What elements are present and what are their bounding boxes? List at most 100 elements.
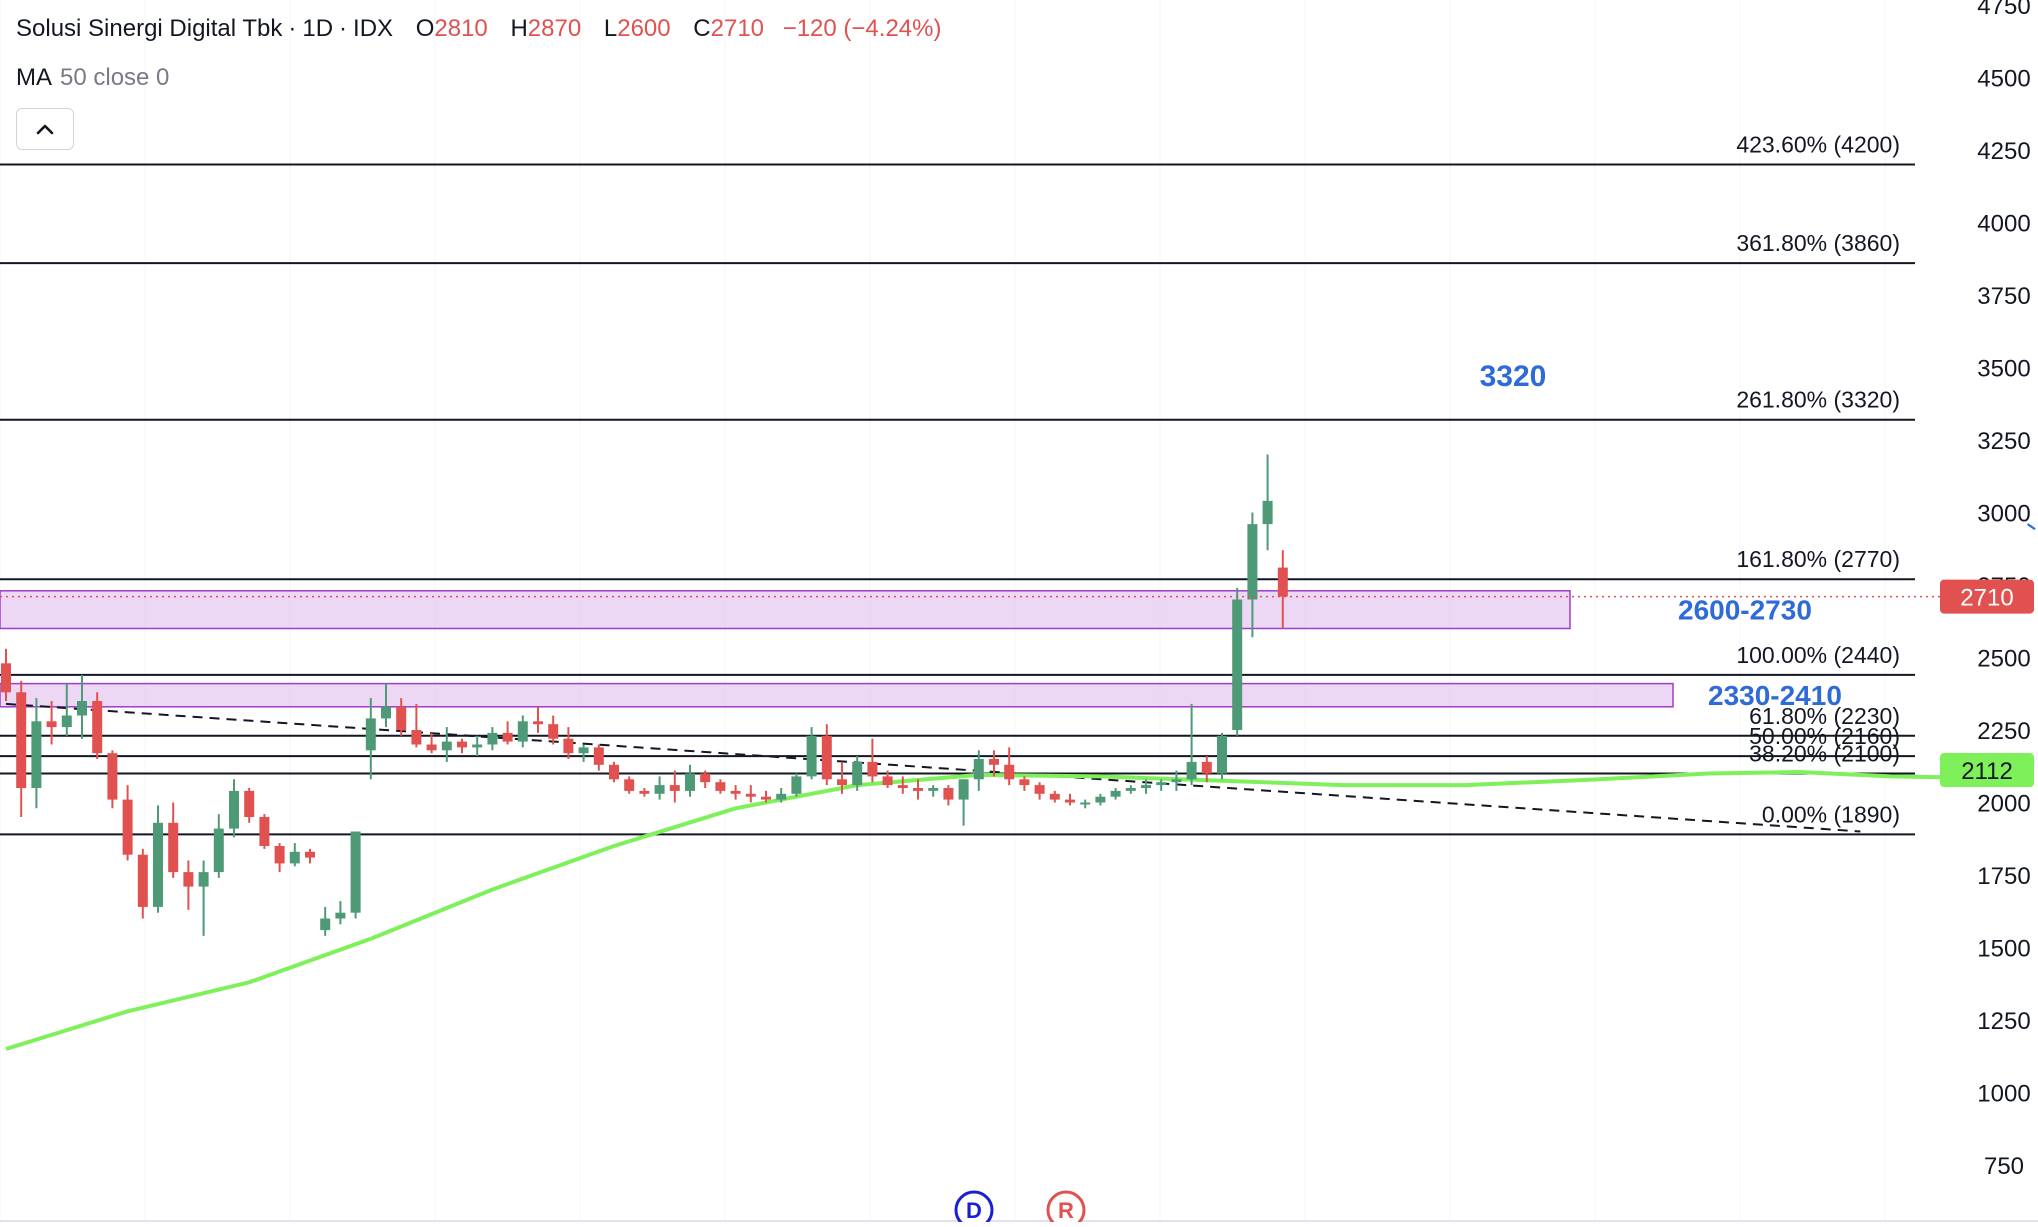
price-tick-label: 750 (1984, 1153, 2024, 1180)
candle-body (411, 730, 422, 745)
candle-body (244, 790, 255, 817)
candle-body (259, 817, 270, 846)
candle-body (487, 732, 498, 745)
candle-body (1034, 785, 1045, 794)
low-key: L (603, 15, 618, 42)
candle-body (1262, 500, 1273, 525)
candle-body (685, 773, 695, 791)
price-tick-label: 3750 (1977, 283, 2030, 310)
candle-body (700, 773, 711, 783)
candle-body (365, 718, 376, 751)
indicator-name: MA (16, 64, 52, 91)
fib-level-label: 161.80% (2770) (1736, 546, 1900, 572)
candle-body (1171, 779, 1182, 783)
collapse-legend-button[interactable] (16, 108, 74, 150)
candle-body (852, 761, 863, 786)
open-key: O (415, 15, 435, 42)
indicator-params: 50 close 0 (60, 64, 170, 91)
last-price-badge: 2710 (1960, 585, 2013, 612)
price-tick-label: 2250 (1977, 718, 2030, 745)
candle-body (16, 692, 27, 788)
candle-body (593, 747, 604, 765)
zone-label: 2600-2730 (1678, 595, 1812, 626)
candle-body (1247, 524, 1258, 600)
candle-body (548, 724, 559, 739)
candle-body (137, 854, 148, 907)
chart-root[interactable]: 2600-2730 2330-2410 423.60% (4200) 361.80%… (0, 0, 2038, 1227)
indicator-legend[interactable]: MA 50 close 0 (16, 64, 169, 92)
candle-body (669, 785, 680, 791)
candle-body (1095, 796, 1106, 803)
badge-layer: 2710 2112 (1940, 579, 2034, 788)
fib-level-label: 261.80% (3320) (1736, 387, 1900, 413)
candle-body (1080, 802, 1091, 805)
candle-body (928, 788, 939, 791)
candle-body (1186, 761, 1197, 780)
fib-layer: 423.60% (4200) 361.80% (3860) 261.80% (332… (0, 132, 1915, 836)
price-tick-label: 1500 (1977, 936, 2030, 963)
price-tick-label: 4250 (1977, 138, 2030, 165)
candle-body (1232, 599, 1243, 730)
candle-body (46, 721, 57, 728)
candle-body (31, 721, 42, 788)
candle-body (837, 779, 847, 786)
price-tick-label: 4500 (1977, 66, 2030, 93)
candle-body (715, 782, 726, 791)
candle-body (1125, 788, 1136, 791)
candle-body (1201, 761, 1212, 774)
support-zone (0, 682, 1674, 708)
open-value: 2810 (434, 15, 488, 42)
candle-body (381, 706, 391, 719)
price-chart[interactable]: 2600-27302330-2410 423.60% (4200) 361.80%… (0, 0, 2038, 1227)
candle-body (1217, 735, 1227, 774)
high-key: H (510, 15, 528, 42)
trendline (5, 702, 1861, 833)
candle-body (229, 790, 239, 829)
high-value: 2870 (527, 15, 582, 42)
price-tick-label: 1000 (1977, 1081, 2030, 1108)
trend-layer (5, 702, 1861, 833)
price-tick-label: 3250 (1977, 428, 2030, 455)
fib-level-label: 423.60% (4200) (1736, 132, 1900, 158)
candle-body (1110, 790, 1121, 797)
candle-body (213, 828, 224, 873)
candle-body (426, 744, 437, 751)
event-marker-label: D (966, 1198, 982, 1222)
price-tick-label: 4000 (1977, 211, 2030, 238)
candle-body (457, 741, 467, 748)
candle-body (472, 744, 483, 748)
fib-level-label: 100.00% (2440) (1736, 642, 1900, 668)
price-tick-label: 3000 (1977, 501, 2030, 528)
candle-body (624, 779, 635, 791)
candle-body (943, 788, 954, 800)
low-value: 2600 (617, 15, 671, 42)
candle-body (639, 790, 650, 794)
candle-body (578, 747, 589, 754)
candle-body (61, 715, 72, 728)
candle-body (441, 741, 452, 751)
candle-body (1141, 785, 1151, 788)
legend-separator: · (339, 15, 348, 42)
candle-body (897, 785, 908, 788)
candle-body (502, 732, 513, 742)
target-label: 3320 (1480, 360, 1547, 393)
price-tick-label: 2500 (1977, 646, 2030, 673)
zone-layer: 2600-27302330-2410 (0, 590, 1842, 711)
candle-body (654, 785, 665, 794)
fib-level-label: 0.00% (1890) (1762, 801, 1900, 827)
candle-body (122, 799, 133, 855)
candle-body (1156, 782, 1167, 786)
exchange-label: IDX (353, 15, 394, 42)
candle-body (183, 872, 194, 887)
ma-50-line (5, 768, 2028, 1051)
candle-body (1049, 793, 1060, 800)
candle-body (396, 706, 407, 730)
candle-body (335, 912, 346, 919)
candle-body (821, 735, 832, 780)
close-value: 2710 (710, 15, 765, 42)
interval-label[interactable]: 1D (302, 15, 333, 42)
chevron-up-icon (36, 124, 54, 135)
candle-body (198, 872, 209, 887)
ma-layer (5, 768, 2028, 1051)
symbol-name[interactable]: Solusi Sinergi Digital Tbk (16, 15, 282, 42)
